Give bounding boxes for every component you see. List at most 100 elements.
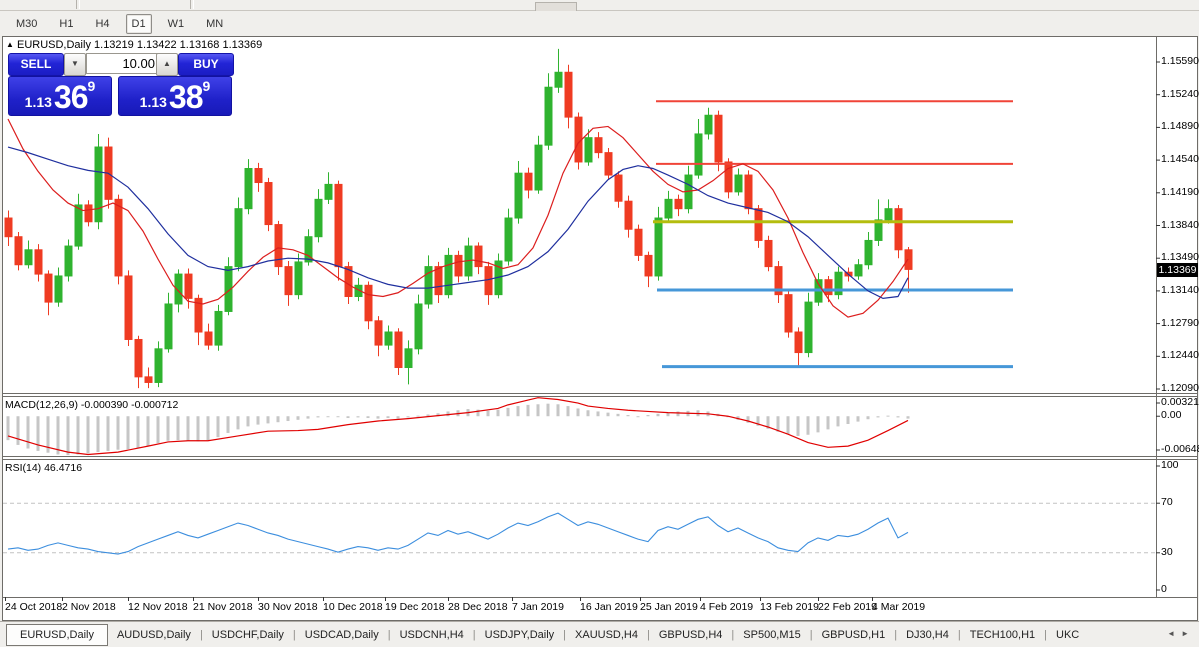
candle-body: [604, 152, 613, 176]
macd-histogram-bar: [16, 416, 20, 445]
macd-histogram-bar: [536, 404, 540, 417]
chart-tab-ukc[interactable]: UKC: [1047, 625, 1088, 645]
macd-histogram-bar: [496, 409, 500, 417]
candle-body: [214, 310, 223, 346]
candle-body: [124, 275, 133, 340]
macd-histogram-bar: [396, 416, 400, 419]
chart-tab-usdcnh[interactable]: USDCNH,H4: [391, 625, 473, 645]
candle-body: [504, 217, 513, 262]
price-axis-label: 1.13140: [1161, 283, 1199, 296]
sell-button[interactable]: SELL: [8, 53, 64, 76]
chart-ohlc-values: 1.13219 1.13422 1.13168 1.13369: [94, 39, 263, 51]
candle-body: [14, 236, 23, 266]
macd-histogram-bar: [606, 412, 610, 417]
candle-body: [154, 348, 163, 383]
candle-body: [74, 204, 83, 247]
candle-body: [374, 320, 383, 346]
candle-body: [164, 303, 173, 350]
macd-histogram-bar: [416, 415, 420, 417]
macd-histogram-bar: [156, 416, 160, 444]
chart-tab-audusd[interactable]: AUDUSD,Daily: [108, 625, 200, 645]
candle-body: [404, 348, 413, 369]
candle-body: [204, 331, 213, 346]
price-axis-label: 1.13490: [1161, 251, 1199, 264]
date-axis-label: 12 Nov 2018: [128, 601, 188, 613]
candle-body: [384, 331, 393, 346]
buy-price-pip: 9: [202, 78, 211, 94]
candle-body: [554, 71, 563, 88]
candle-body: [114, 198, 123, 277]
chart-tab-gbpusd[interactable]: GBPUSD,H1: [813, 625, 895, 645]
candle-body: [94, 146, 103, 223]
chart-tab-gbpusd[interactable]: GBPUSD,H4: [650, 625, 732, 645]
chart-tab-usdcad[interactable]: USDCAD,Daily: [296, 625, 388, 645]
macd-histogram-bar: [376, 416, 380, 419]
candle-body: [394, 331, 403, 369]
candle-body: [544, 86, 553, 146]
candle-body: [864, 239, 873, 266]
macd-histogram-bar: [866, 416, 870, 420]
volume-input[interactable]: [86, 53, 162, 74]
macd-histogram-bar: [56, 416, 60, 455]
macd-histogram-bar: [356, 416, 360, 418]
buy-button[interactable]: BUY: [178, 53, 234, 76]
volume-increase-button[interactable]: ▲: [156, 53, 178, 76]
sell-price-big: 36: [53, 79, 89, 115]
date-axis-label: 2 Nov 2018: [62, 601, 116, 613]
candle-body: [654, 217, 663, 277]
macd-axis-label: 0.003216: [1161, 396, 1199, 408]
tab-scroll-arrows[interactable]: ◄►: [1167, 629, 1195, 638]
date-axis-label: 19 Dec 2018: [385, 601, 445, 613]
candle-body: [64, 245, 73, 277]
candle-body: [234, 208, 243, 268]
candle-body: [794, 331, 803, 354]
mt4-application-window: M30 H1 H4 D1 W1 MN ▲ EURUSD,Daily 1.13219 1.1…: [0, 0, 1199, 647]
candle-body: [144, 376, 153, 383]
price-axis-label: 1.15240: [1161, 87, 1199, 100]
date-axis-label: 30 Nov 2018: [258, 601, 318, 613]
date-axis-label: 28 Dec 2018: [448, 601, 508, 613]
macd-histogram-bar: [406, 416, 410, 418]
macd-histogram-bar: [776, 416, 780, 432]
candle-body: [564, 71, 573, 118]
candle-body: [764, 239, 773, 268]
candle-body: [534, 144, 543, 191]
rsi-indicator-label: RSI(14) 46.4716: [5, 462, 83, 474]
volume-decrease-button[interactable]: ▼: [64, 53, 86, 76]
chart-tab-xauusd[interactable]: XAUUSD,H4: [566, 625, 647, 645]
chart-tab-usdchf[interactable]: USDCHF,Daily: [203, 625, 293, 645]
candle-body: [284, 266, 293, 296]
macd-histogram-bar: [786, 416, 790, 435]
buy-price-quote[interactable]: 1.13 38 9: [118, 76, 232, 116]
date-axis-label: 10 Dec 2018: [323, 601, 383, 613]
tab-scroll-right-icon[interactable]: ►: [1181, 629, 1195, 638]
candle-body: [754, 208, 763, 241]
one-click-trade-panel: SELL ▼ ▲ BUY 1.13 36 9 1.13 38 9: [8, 53, 234, 116]
macd-histogram-bar: [386, 416, 390, 419]
macd-histogram-bar: [86, 416, 90, 454]
candle-body: [804, 301, 813, 354]
candle-body: [324, 183, 333, 200]
macd-histogram-bar: [26, 416, 30, 449]
macd-histogram-bar: [616, 413, 620, 417]
macd-histogram-bar: [326, 416, 330, 418]
macd-histogram-bar: [116, 416, 120, 450]
macd-histogram-bar: [596, 411, 600, 417]
macd-histogram-bar: [506, 407, 510, 417]
macd-histogram-bar: [556, 404, 560, 417]
macd-histogram-bar: [796, 416, 800, 436]
chart-tab-eurusd[interactable]: EURUSD,Daily: [6, 624, 108, 646]
chart-tab-tech100[interactable]: TECH100,H1: [961, 625, 1044, 645]
chart-tab-sp500[interactable]: SP500,M15: [734, 625, 809, 645]
chart-tab-usdjpy[interactable]: USDJPY,Daily: [476, 625, 564, 645]
chart-tab-dj30[interactable]: DJ30,H4: [897, 625, 958, 645]
sell-price-quote[interactable]: 1.13 36 9: [8, 76, 112, 116]
macd-histogram-bar: [256, 416, 260, 425]
price-axis-label: 1.14190: [1161, 185, 1199, 198]
price-axis-label: 1.14540: [1161, 153, 1199, 166]
candle-body: [414, 303, 423, 350]
candle-body: [444, 254, 453, 296]
tab-scroll-left-icon[interactable]: ◄: [1167, 629, 1181, 638]
collapse-arrow-icon[interactable]: ▲: [6, 40, 14, 49]
date-axis-label: 13 Feb 2019: [760, 601, 819, 613]
